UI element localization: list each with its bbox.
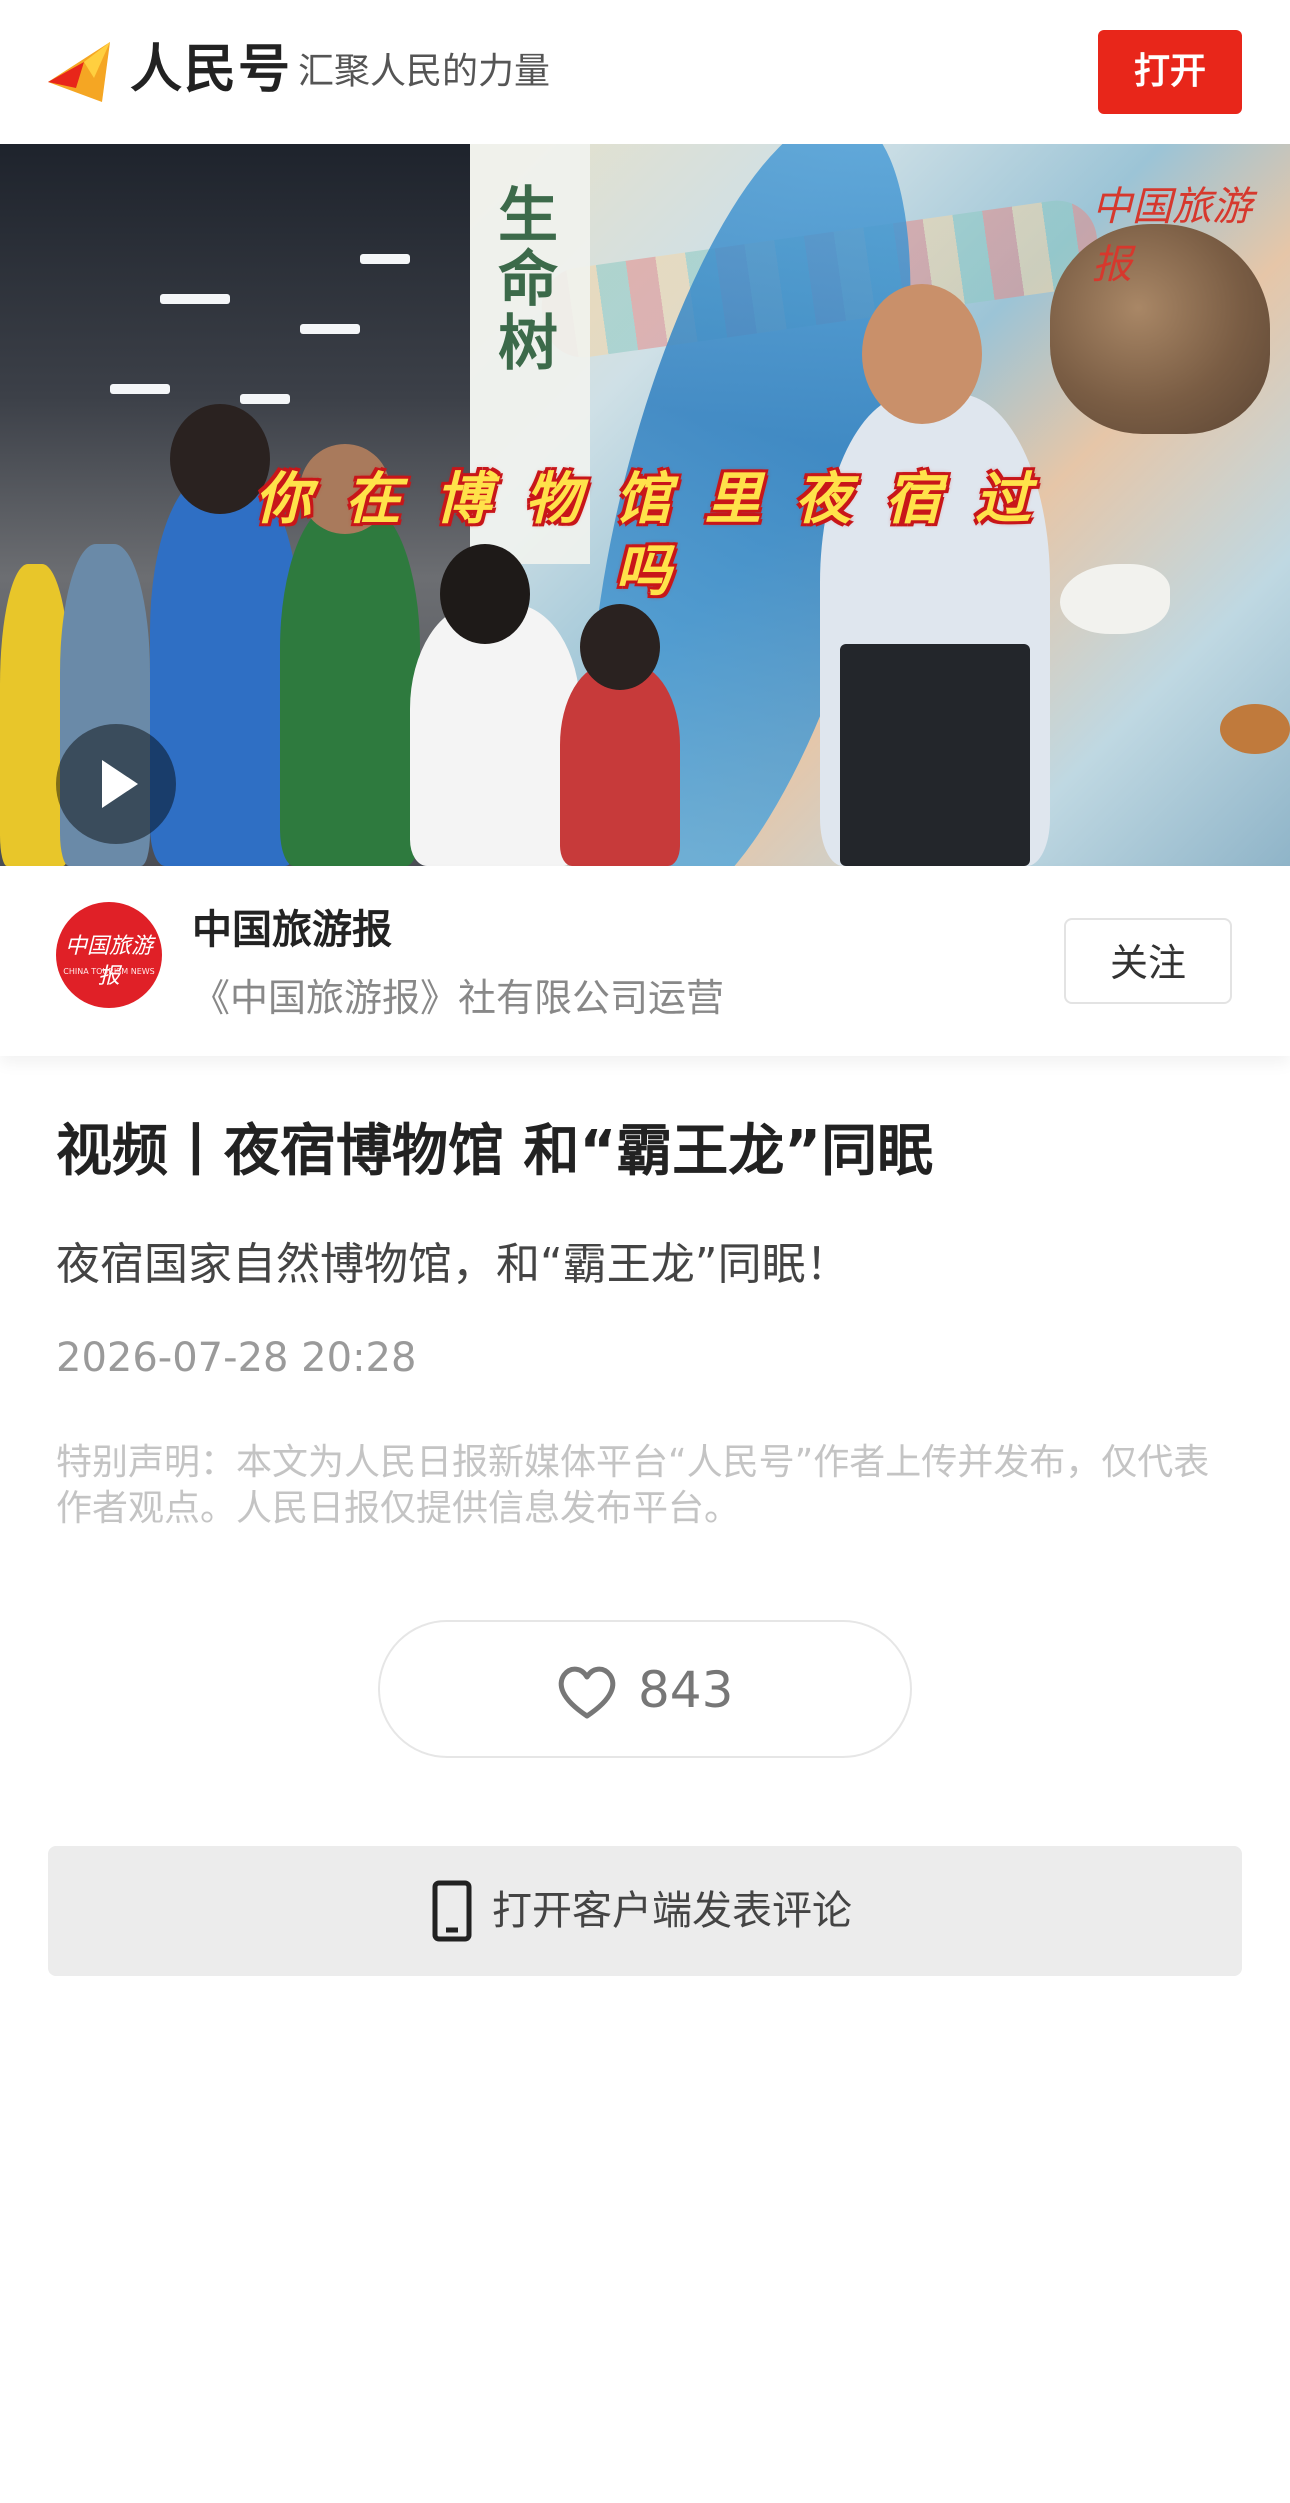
tour-guide-head — [862, 284, 982, 424]
article-title: 视频丨夜宿博物馆 和“霸王龙”同眠 — [56, 1119, 934, 1184]
like-button[interactable]: 843 — [378, 1620, 912, 1758]
avatar-logo-subtext: CHINA TOURISM NEWS — [63, 967, 155, 976]
brand-logo-icon — [48, 42, 110, 102]
ceiling-light — [300, 324, 360, 334]
play-icon — [102, 760, 138, 808]
visitor-girl-red — [560, 664, 680, 866]
author-row: 中国旅游报 CHINA TOURISM NEWS 中国旅游报 《中国旅游报》社有… — [0, 866, 1290, 1056]
top-bar: 人民号 汇聚人民的力量 打开 — [0, 0, 1290, 144]
exhibit-sign-text: 生命树 — [498, 181, 558, 379]
tour-guide-trousers — [840, 644, 1030, 866]
play-button[interactable] — [56, 724, 176, 844]
avatar-logo-text: 中国旅游报 — [64, 934, 153, 989]
disclaimer-text: 特别声明：本文为人民日报新媒体平台“人民号”作者上传并发布，仅代表作者观点。人民… — [56, 1442, 1210, 1529]
author-description: 《中国旅游报》社有限公司运营 — [192, 976, 725, 1020]
visitor-girl-white — [410, 604, 580, 866]
author-avatar[interactable]: 中国旅游报 CHINA TOURISM NEWS — [56, 902, 162, 1008]
visitor-girl-red-head — [580, 604, 660, 690]
ceiling-light — [360, 254, 410, 264]
open-client-comment-button[interactable]: 打开客户端发表评论 — [48, 1846, 1242, 1976]
mural-duck — [1220, 704, 1290, 754]
like-count: 843 — [638, 1661, 734, 1719]
open-app-button[interactable]: 打开 — [1098, 30, 1242, 114]
video-player[interactable]: 生命树 中国旅游报 你在博物馆里夜宿过吗 — [0, 144, 1290, 866]
follow-button[interactable]: 关注 — [1064, 918, 1232, 1004]
video-caption: 你在博物馆里夜宿过吗 — [255, 467, 1065, 604]
author-name[interactable]: 中国旅游报 — [192, 902, 392, 958]
video-watermark: 中国旅游报 — [1092, 184, 1252, 288]
heart-icon — [558, 1666, 616, 1719]
ceiling-light — [240, 394, 290, 404]
comment-label: 打开客户端发表评论 — [492, 1888, 852, 1934]
article-timestamp: 2026-07-28 20:28 — [56, 1335, 417, 1381]
ceiling-light — [110, 384, 170, 394]
ceiling-light — [160, 294, 230, 304]
article-summary: 夜宿国家自然博物馆，和“霸王龙”同眠！ — [56, 1239, 850, 1290]
brand-name: 人民号 — [130, 40, 293, 100]
brand-slogan: 汇聚人民的力量 — [298, 51, 551, 92]
phone-icon — [432, 1880, 472, 1942]
